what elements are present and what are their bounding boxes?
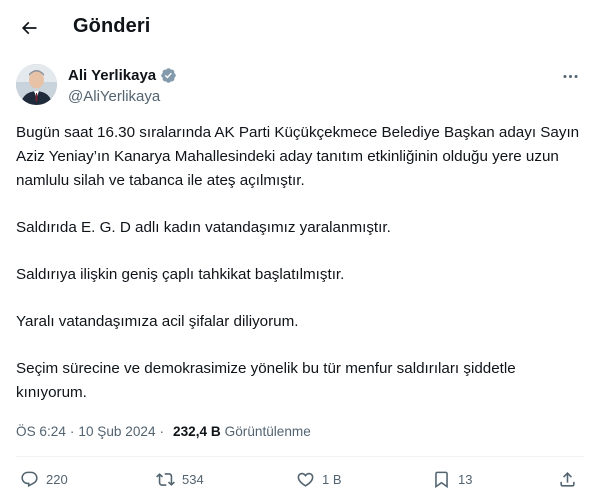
page-title: Gönderi: [73, 15, 151, 37]
tweet-text: Bugün saat 16.30 sıralarında AK Parti Kü…: [16, 121, 586, 428]
repost-count: 534: [182, 472, 204, 487]
view-count: 232,4 B: [173, 424, 221, 439]
tweet-date[interactable]: 10 Şub 2024: [78, 424, 155, 439]
meta-separator: ·: [159, 424, 165, 439]
tweet-paragraph: Saldırıda E. G. D adlı kadın vatandaşımı…: [16, 219, 391, 236]
bookmark-button[interactable]: 13: [432, 470, 472, 489]
reply-icon: [21, 471, 38, 488]
meta-separator: ·: [69, 424, 75, 439]
back-button[interactable]: [14, 13, 44, 43]
author-name-row: Ali Yerlikaya: [68, 67, 177, 84]
more-icon: [562, 74, 578, 78]
share-button[interactable]: [558, 470, 577, 489]
tweet-paragraph: Saldırıya ilişkin geniş çaplı tahkikat b…: [16, 266, 345, 283]
like-button[interactable]: 1 B: [296, 470, 342, 489]
tweet-paragraph: Bugün saat 16.30 sıralarında AK Parti Kü…: [16, 124, 580, 189]
reply-count: 220: [46, 472, 68, 487]
view-count-label: Görüntülenme: [224, 424, 311, 439]
bookmark-icon: [435, 471, 448, 489]
bookmark-count: 13: [458, 472, 473, 487]
avatar[interactable]: [16, 64, 57, 105]
repost-button[interactable]: 534: [156, 470, 204, 489]
tweet-author: Ali Yerlikaya @AliYerlikaya: [16, 62, 584, 110]
like-count: 1 B: [322, 472, 342, 487]
tweet-paragraph: Yaralı vatandaşımıza acil şifalar diliyo…: [16, 313, 299, 330]
reply-button[interactable]: 220: [20, 470, 68, 489]
more-options-button[interactable]: [558, 64, 582, 88]
tweet-paragraph: Seçim sürecine ve demokrasimize yönelik …: [16, 360, 516, 401]
divider: [16, 456, 584, 457]
page-header: Gönderi: [0, 0, 600, 56]
repost-icon: [156, 473, 175, 486]
tweet-meta: ÖS 6:24 · 10 Şub 2024 · 232,4 B Görüntül…: [16, 424, 311, 439]
arrow-left-icon: [21, 21, 37, 35]
author-handle[interactable]: @AliYerlikaya: [68, 88, 160, 105]
author-name[interactable]: Ali Yerlikaya: [68, 67, 156, 84]
heart-icon: [297, 472, 314, 487]
tweet-actions: 220 534 1 B 13: [16, 470, 584, 494]
share-icon: [560, 472, 575, 487]
tweet-time[interactable]: ÖS 6:24: [16, 424, 66, 439]
verified-badge-icon[interactable]: [160, 67, 177, 84]
